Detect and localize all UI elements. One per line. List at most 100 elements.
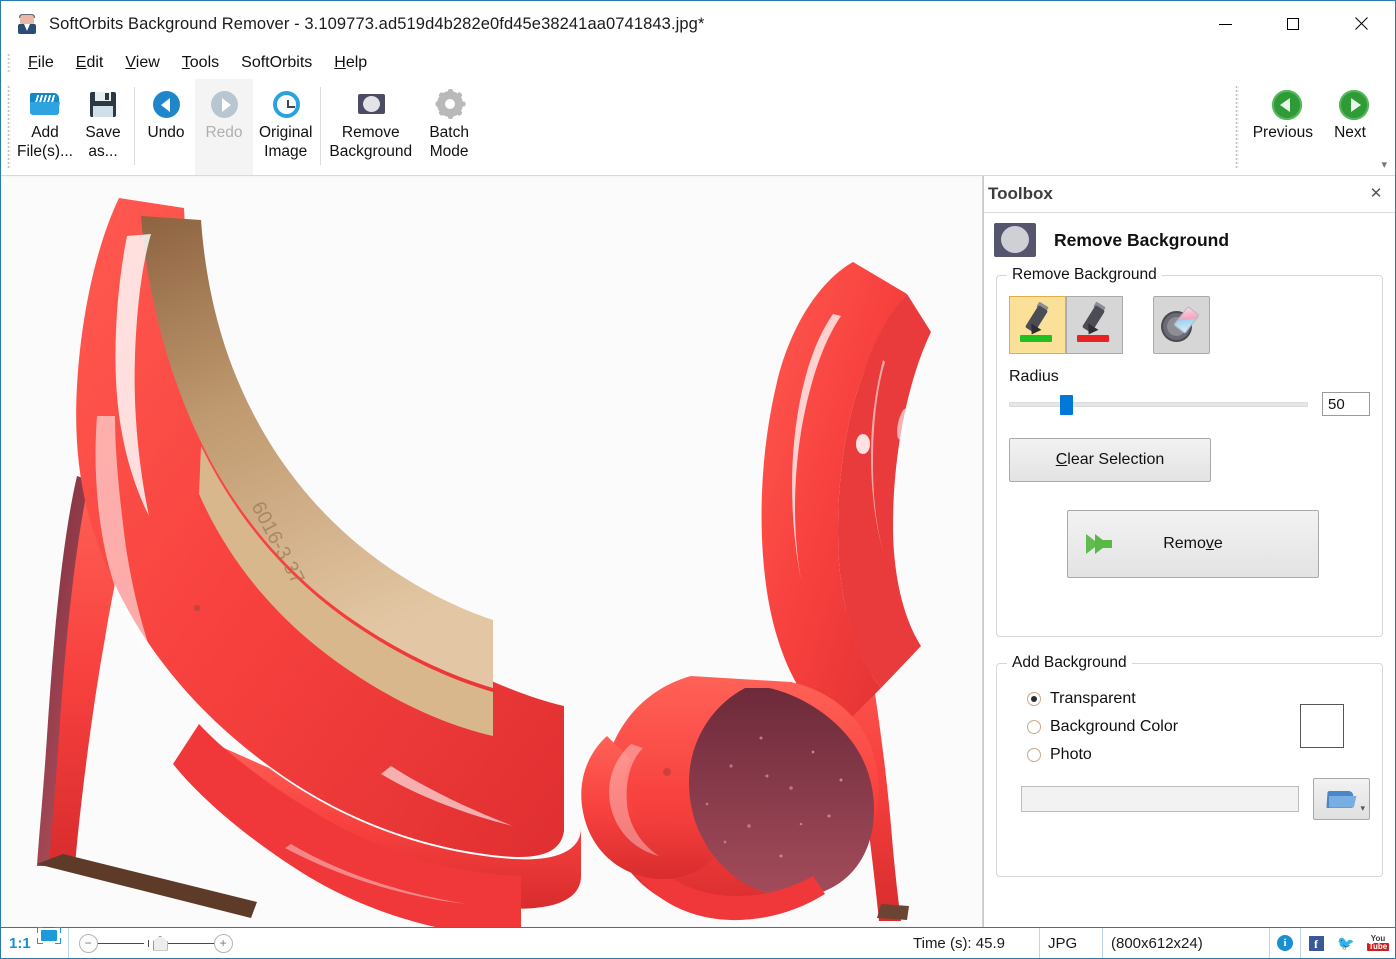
remove-background-group-legend: Remove Background — [1007, 266, 1162, 284]
toolbox-header: Toolbox ✕ — [984, 176, 1395, 213]
previous-label: Previous — [1253, 123, 1313, 142]
toolbar-separator — [134, 87, 135, 165]
remove-label: Remove — [1163, 535, 1223, 553]
add-background-group-legend: Add Background — [1007, 654, 1132, 672]
zoom-ratio-label[interactable]: 1:1 — [1, 928, 36, 958]
app-logo-icon — [17, 14, 37, 34]
facebook-button[interactable]: f — [1301, 936, 1331, 951]
previous-button[interactable]: Previous — [1247, 79, 1319, 175]
radio-background-color[interactable] — [1027, 720, 1041, 734]
background-color-swatch[interactable] — [1300, 704, 1344, 748]
main-body: 6016-3 37 — [1, 176, 1395, 927]
youtube-button[interactable]: You Tube — [1361, 935, 1395, 952]
image-canvas-area[interactable]: 6016-3 37 — [1, 176, 983, 927]
menu-file[interactable]: File — [17, 52, 65, 74]
eraser-icon — [1163, 308, 1201, 342]
menu-tools[interactable]: Tools — [171, 52, 230, 74]
original-image-button[interactable]: Original Image — [253, 79, 318, 175]
toolbar-grip-handle[interactable] — [7, 85, 11, 169]
redo-arrow-icon — [207, 87, 241, 121]
status-spacer — [243, 928, 905, 958]
menu-softorbits[interactable]: SoftOrbits — [230, 52, 323, 74]
radius-slider-thumb[interactable] — [1060, 395, 1073, 415]
open-folder-blue-icon — [1327, 789, 1357, 810]
maximize-button[interactable] — [1259, 1, 1327, 47]
radius-slider-row: 50 — [1009, 392, 1370, 416]
original-image-label: Original Image — [259, 123, 312, 161]
menu-edit[interactable]: Edit — [65, 52, 115, 74]
label-photo: Photo — [1050, 746, 1092, 764]
open-folder-icon — [28, 87, 62, 121]
redo-button[interactable]: Redo — [195, 79, 253, 175]
save-as-button[interactable]: Save as... — [74, 79, 132, 175]
toolbox-section-title: Remove Background — [1054, 230, 1229, 251]
mark-keep-pen-button[interactable] — [1009, 296, 1066, 354]
green-marker-icon — [1020, 306, 1056, 344]
radio-transparent[interactable] — [1027, 692, 1041, 706]
browse-photo-button[interactable]: ▾ — [1313, 778, 1370, 820]
processing-time-label: Time (s): 45.9 — [905, 928, 1040, 958]
toolbar-nav-group: Previous Next — [1235, 79, 1395, 175]
remove-background-icon — [354, 87, 388, 121]
minimize-button[interactable] — [1191, 1, 1259, 47]
radio-photo[interactable] — [1027, 748, 1041, 762]
youtube-bottom-text: Tube — [1367, 943, 1390, 951]
remove-background-group: Remove Background — [996, 275, 1383, 637]
gear-icon — [432, 87, 466, 121]
zoom-in-button[interactable]: + — [214, 934, 233, 953]
next-button[interactable]: Next — [1319, 79, 1381, 175]
option-photo[interactable]: Photo — [1027, 746, 1370, 764]
browse-caret-icon: ▾ — [1360, 803, 1365, 814]
batch-mode-label: Batch Mode — [429, 123, 469, 161]
zoom-slider[interactable]: − + — [68, 928, 243, 958]
zoom-slider-thumb[interactable] — [153, 936, 168, 951]
info-button[interactable]: i — [1270, 935, 1300, 951]
add-files-label: Add File(s)... — [17, 123, 73, 161]
clear-selection-label: Clear Selection — [1056, 451, 1165, 469]
menu-grip-handle[interactable] — [7, 53, 11, 73]
batch-mode-button[interactable]: Batch Mode — [418, 79, 480, 175]
add-background-options: Transparent Background Color Photo — [1009, 690, 1370, 830]
remove-button[interactable]: Remove — [1067, 510, 1319, 578]
undo-label: Undo — [147, 123, 184, 142]
radius-slider[interactable] — [1009, 393, 1308, 415]
remove-background-label: Remove Background — [329, 123, 412, 161]
file-format-label: JPG — [1040, 928, 1103, 958]
facebook-icon: f — [1309, 936, 1324, 951]
clear-selection-button[interactable]: Clear Selection — [1009, 438, 1211, 482]
radius-label: Radius — [1009, 368, 1370, 386]
red-marker-icon — [1077, 306, 1113, 344]
zoom-out-button[interactable]: − — [79, 934, 98, 953]
next-label: Next — [1334, 123, 1366, 142]
window-title: SoftOrbits Background Remover - 3.109773… — [49, 15, 704, 34]
twitter-button[interactable]: 🐦 — [1331, 936, 1361, 950]
previous-arrow-icon — [1266, 87, 1300, 121]
remove-arrow-icon — [1086, 531, 1120, 557]
maximize-icon — [1287, 18, 1299, 30]
menu-help[interactable]: Help — [323, 52, 378, 74]
close-button[interactable] — [1327, 1, 1395, 47]
photo-path-input[interactable] — [1021, 786, 1299, 812]
mark-remove-pen-button[interactable] — [1066, 296, 1123, 354]
youtube-icon: You Tube — [1366, 935, 1390, 952]
save-as-label: Save as... — [85, 123, 120, 161]
toolbar-separator-2 — [320, 87, 321, 165]
zoom-track-left — [98, 943, 144, 944]
label-transparent: Transparent — [1050, 690, 1136, 708]
menu-view[interactable]: View — [114, 52, 170, 74]
fit-to-window-icon[interactable] — [38, 928, 60, 943]
add-background-group: Add Background Transparent Background Co… — [996, 663, 1383, 877]
undo-button[interactable]: Undo — [137, 79, 195, 175]
add-files-button[interactable]: Add File(s)... — [16, 79, 74, 175]
status-bar: 1:1 − + Time (s): 45.9 JPG (800x612x24) … — [1, 927, 1395, 958]
toolbar-nav-grip[interactable] — [1235, 85, 1239, 169]
info-icon-cell[interactable]: i — [1270, 928, 1301, 958]
radius-value-input[interactable]: 50 — [1322, 392, 1370, 416]
main-toolbar: Add File(s)... Save as... Undo Redo — [1, 79, 1395, 176]
toolbox-close-icon[interactable]: ✕ — [1367, 185, 1385, 203]
eraser-tool-button[interactable] — [1153, 296, 1210, 354]
toolbox-panel: Toolbox ✕ Remove Background Remove Backg… — [983, 176, 1395, 927]
twitter-icon: 🐦 — [1338, 936, 1355, 950]
remove-background-button[interactable]: Remove Background — [323, 79, 418, 175]
image-canvas[interactable]: 6016-3 37 — [1, 176, 983, 927]
